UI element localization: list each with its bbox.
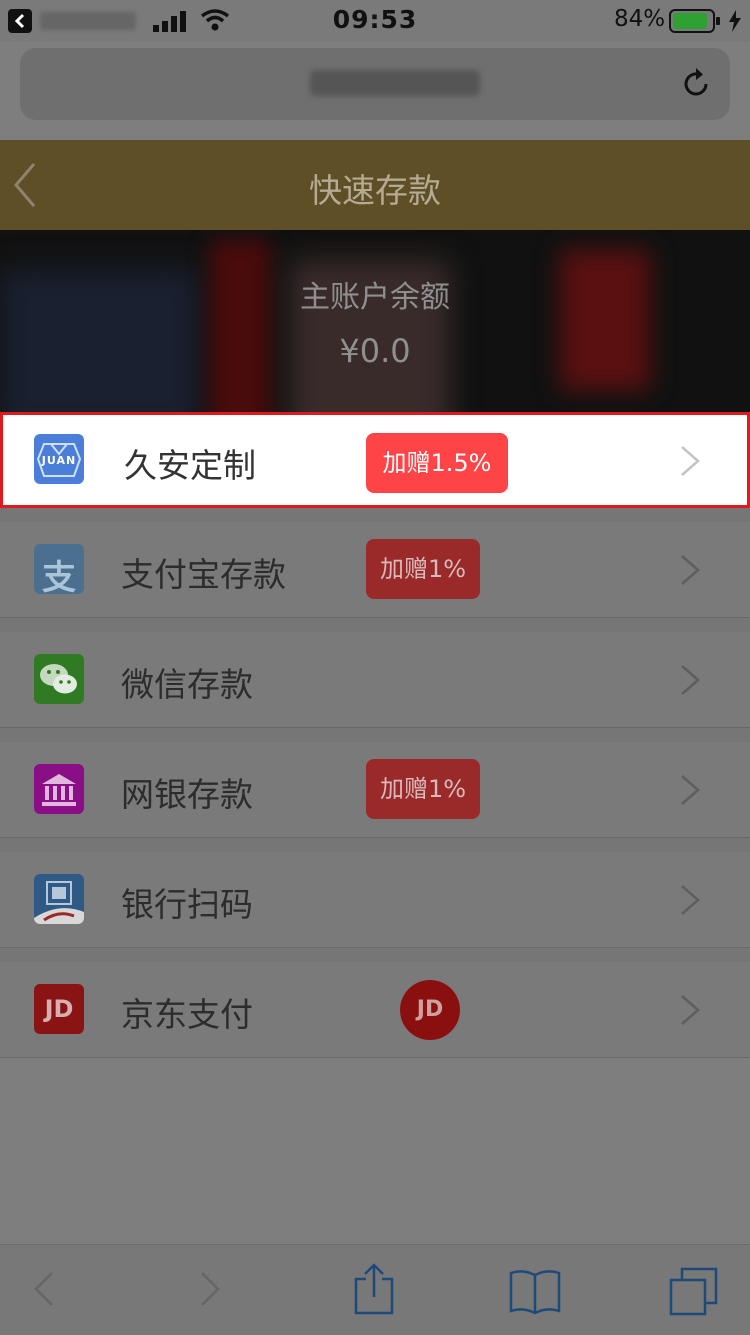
alipay-icon-text: 支 — [42, 558, 76, 594]
battery-percent: 84% — [614, 6, 666, 32]
bonus-badge: 加赠1% — [366, 759, 480, 819]
reload-icon[interactable] — [678, 66, 714, 102]
balance-label: 主账户余额 — [300, 280, 450, 315]
wechat-icon — [34, 654, 84, 704]
juan-icon-text: JUAN — [41, 454, 77, 467]
method-label: 京东支付 — [121, 995, 253, 1034]
status-bar: 09:53 84% — [0, 0, 750, 42]
chevron-right-icon — [681, 665, 700, 695]
url-text[interactable] — [310, 70, 480, 96]
jd-logo: JD — [400, 980, 460, 1040]
chevron-right-icon — [681, 885, 700, 915]
method-label: 久安定制 — [124, 446, 256, 485]
browser-back-icon[interactable] — [30, 1267, 58, 1311]
deposit-method-alipay[interactable]: 支 支付宝存款 加赠1% — [0, 522, 750, 618]
deposit-method-juan[interactable]: JUAN 久安定制 加赠1.5% — [0, 412, 750, 508]
bookmarks-icon[interactable] — [508, 1267, 562, 1315]
alipay-icon: 支 — [34, 544, 84, 594]
battery-icon — [669, 9, 720, 33]
bank-icon — [34, 764, 84, 814]
method-label: 银行扫码 — [121, 885, 253, 924]
method-label: 网银存款 — [121, 775, 253, 814]
balance-banner: 主账户余额 ¥0.0 — [0, 230, 750, 412]
tabs-icon[interactable] — [668, 1267, 720, 1319]
chevron-right-icon — [681, 995, 700, 1025]
method-label: 微信存款 — [121, 665, 253, 704]
page-header: 快速存款 — [0, 140, 750, 230]
deposit-method-jd-pay[interactable]: JD 京东支付 JD — [0, 962, 750, 1058]
juan-icon: JUAN — [34, 434, 84, 484]
address-bar[interactable] — [20, 48, 730, 120]
page-title: 快速存款 — [309, 171, 441, 210]
share-icon[interactable] — [352, 1263, 396, 1315]
jd-icon: JD — [34, 984, 84, 1034]
jd-icon-text: JD — [44, 995, 74, 1023]
method-label: 支付宝存款 — [121, 555, 286, 594]
bonus-badge: 加赠1% — [366, 539, 480, 599]
charging-icon — [729, 10, 741, 32]
chevron-right-icon — [681, 775, 700, 805]
browser-forward-icon[interactable] — [196, 1267, 224, 1311]
chevron-right-icon — [681, 555, 700, 585]
bonus-badge: 加赠1.5% — [366, 433, 508, 493]
balance-value: ¥0.0 — [339, 332, 411, 370]
unionpay-qr-icon — [34, 874, 84, 924]
chevron-right-icon — [681, 446, 700, 476]
deposit-method-online-bank[interactable]: 网银存款 加赠1% — [0, 742, 750, 838]
deposit-method-wechat[interactable]: 微信存款 — [0, 632, 750, 728]
deposit-method-bank-scan[interactable]: 银行扫码 — [0, 852, 750, 948]
browser-toolbar — [0, 1244, 750, 1335]
